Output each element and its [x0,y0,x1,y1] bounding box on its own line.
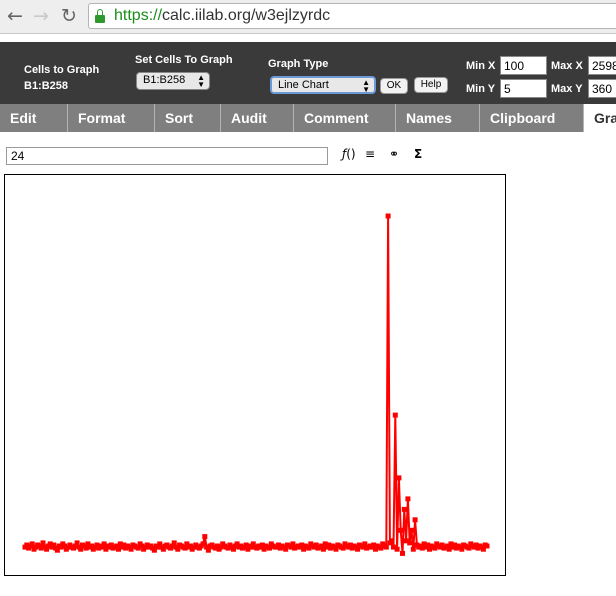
ok-button[interactable]: OK [380,78,408,94]
data-point [401,506,407,512]
sum-icon[interactable]: Σ [414,147,422,161]
tab-edit[interactable]: Edit [0,104,68,132]
data-point [392,412,398,418]
back-arrow-icon[interactable]: ← [4,5,26,27]
data-point [484,543,490,549]
data-point [407,540,413,546]
min-x-label: Min X [466,60,496,72]
data-point [202,534,208,540]
max-x-input[interactable] [588,56,616,75]
max-x-label: Max X [551,60,583,72]
graph-type-value: Line Chart [278,79,329,91]
data-point [389,538,395,544]
help-button[interactable]: Help [414,77,448,93]
series-line [24,215,488,554]
forward-arrow-icon[interactable]: → [30,5,52,27]
url-protocol: https:// [114,7,163,24]
data-point [396,475,402,481]
formula-input[interactable] [6,147,328,165]
chart-area [4,174,506,576]
graph-type-label: Graph Type [268,58,329,70]
graph-header-panel: Cells to Graph B1:B258 Set Cells To Grap… [0,42,616,104]
set-cells-value: B1:B258 [143,74,186,86]
data-point [400,550,405,556]
set-cells-select[interactable]: B1:B258 ▲ ▼ [136,72,210,90]
tab-graph[interactable]: Graph [584,104,616,132]
tab-format[interactable]: Format [68,104,155,132]
tab-clipboard[interactable]: Clipboard [480,104,584,132]
align-icon[interactable]: ≡ [365,147,375,161]
lock-icon [95,9,105,23]
data-point [394,546,400,552]
reload-icon[interactable]: ↻ [58,5,80,27]
data-point [412,517,418,523]
tab-names[interactable]: Names [396,104,480,132]
url-host-path: calc.iilab.org/w3ejlzyrdc [162,7,331,24]
min-y-input[interactable] [500,79,547,98]
graph-type-select[interactable]: Line Chart ▲ ▼ [270,76,376,94]
min-x-input[interactable] [500,56,547,75]
max-y-input[interactable] [588,79,616,98]
data-point [409,527,414,533]
tab-sort[interactable]: Sort [155,104,221,132]
select-arrows-icon: ▲ ▼ [362,78,370,94]
function-icon[interactable]: ƒ() [342,147,356,161]
url-text: https://calc.iilab.org/w3ejlzyrdc [114,7,330,25]
max-y-label: Max Y [551,83,583,95]
browser-toolbar: ← → ↻ https://calc.iilab.org/w3ejlzyrdc [0,0,616,34]
data-point [398,527,404,533]
cells-to-graph-value: B1:B258 [24,80,69,92]
tab-comment[interactable]: Comment [294,104,396,132]
toolbar-tabs: Edit Format Sort Audit Comment Names Cli… [0,104,616,132]
tab-audit[interactable]: Audit [221,104,294,132]
link-icon[interactable]: ⚭ [389,147,399,161]
select-arrows-icon: ▲ ▼ [197,73,205,89]
data-point [405,496,411,502]
cells-to-graph-label: Cells to Graph [24,64,100,76]
set-cells-label: Set Cells To Graph [135,54,233,66]
line-chart [22,213,490,556]
data-point [385,213,391,219]
address-bar[interactable]: https://calc.iilab.org/w3ejlzyrdc [88,3,616,29]
min-y-label: Min Y [466,83,496,95]
